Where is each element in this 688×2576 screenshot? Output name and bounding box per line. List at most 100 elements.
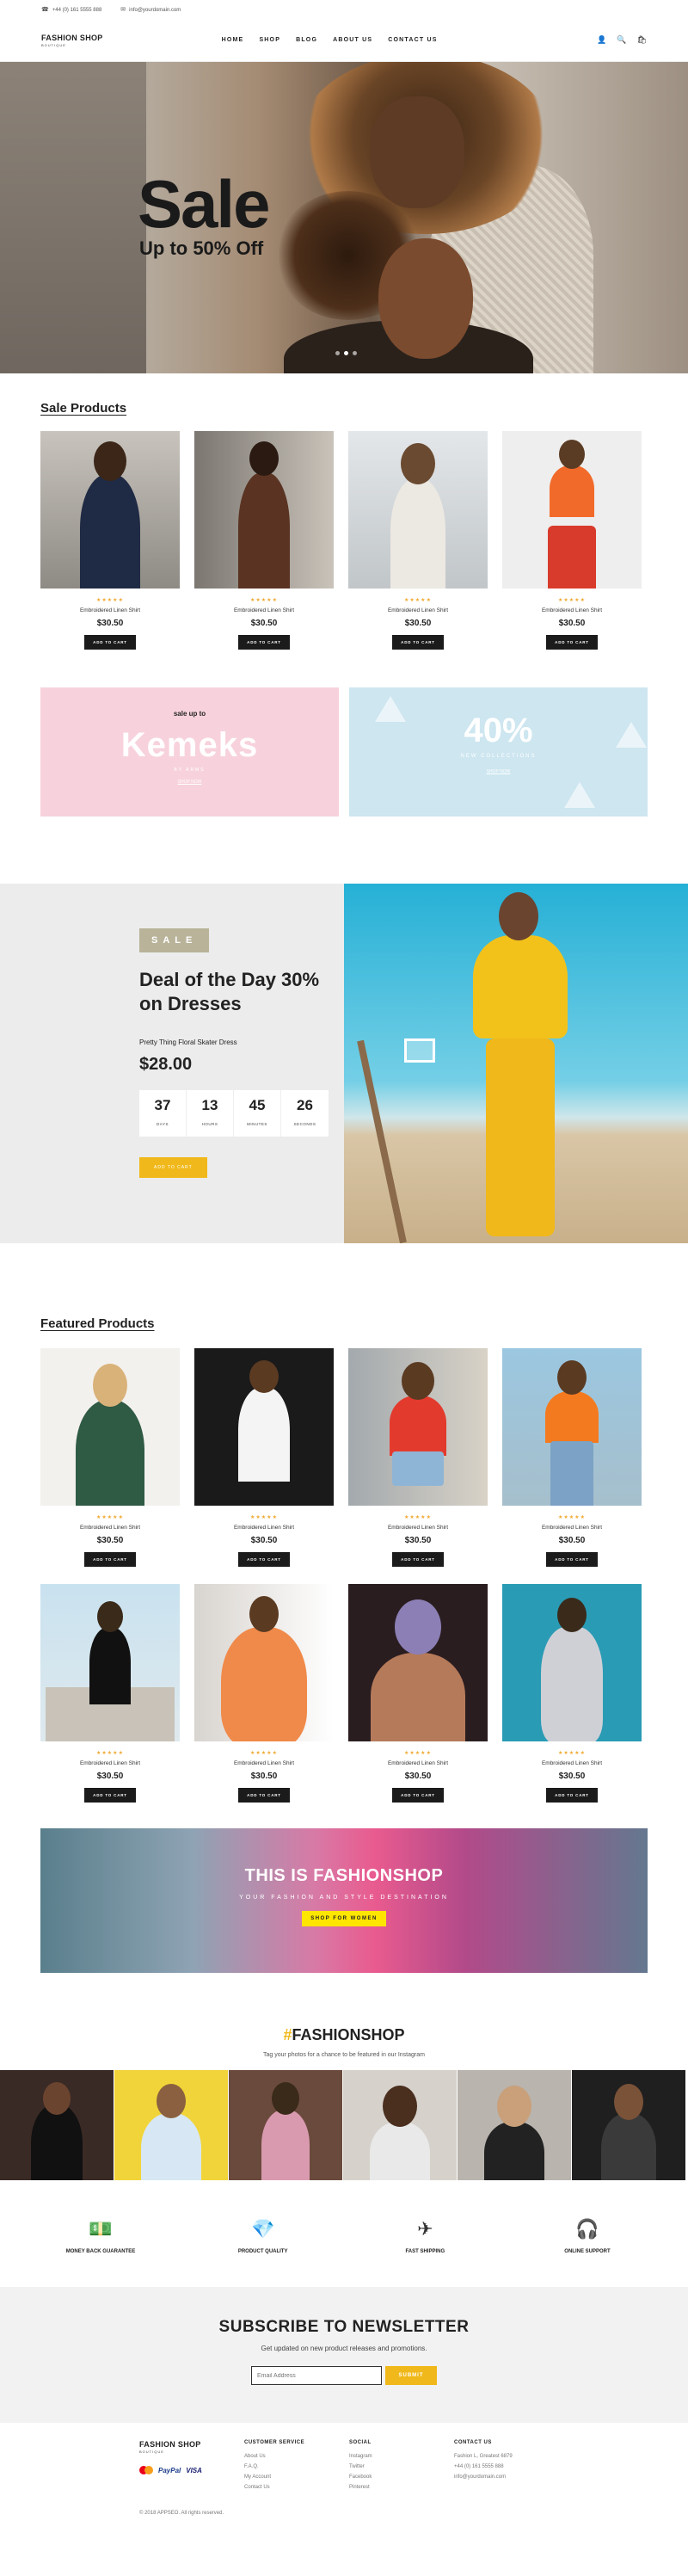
product-name[interactable]: Embroidered Linen Shirt: [348, 607, 488, 613]
search-icon[interactable]: 🔍: [617, 35, 626, 45]
nav-blog[interactable]: BLOG: [296, 37, 317, 43]
product-name[interactable]: Embroidered Linen Shirt: [40, 1525, 180, 1531]
promo-collection[interactable]: 40% NEW COLLECTIONS SHOP NOW: [349, 687, 648, 817]
submit-button[interactable]: SUBMIT: [385, 2366, 437, 2385]
add-to-cart-button[interactable]: ADD TO CART: [84, 1788, 136, 1803]
product-image[interactable]: [194, 1584, 334, 1741]
instagram-photo[interactable]: [458, 2070, 571, 2180]
deal-add-to-cart-button[interactable]: ADD TO CART: [139, 1157, 207, 1178]
promo-kemeks[interactable]: sale up to Kemeks BY ARMS SHOP NOW: [40, 687, 339, 817]
footer-link[interactable]: F.A.Q.: [244, 2464, 349, 2469]
add-to-cart-button[interactable]: ADD TO CART: [392, 1552, 444, 1567]
product-card[interactable]: ★★★★★ Embroidered Linen Shirt $30.50 ADD…: [502, 1584, 642, 1803]
slider-dot[interactable]: [335, 351, 340, 355]
product-name[interactable]: Embroidered Linen Shirt: [502, 607, 642, 613]
store-features: 💵 MONEY BACK GUARANTEE 💎 PRODUCT QUALITY ✈…: [0, 2218, 688, 2254]
product-card[interactable]: ★★★★★ Embroidered Linen Shirt $30.50 ADD…: [40, 431, 180, 650]
footer-link[interactable]: Twitter: [349, 2464, 454, 2469]
product-name[interactable]: Embroidered Linen Shirt: [348, 1525, 488, 1531]
slider-dot[interactable]: [353, 351, 357, 355]
product-name[interactable]: Embroidered Linen Shirt: [348, 1760, 488, 1766]
model-figure: [390, 478, 445, 589]
add-to-cart-button[interactable]: ADD TO CART: [546, 635, 598, 650]
instagram-photo[interactable]: [343, 2070, 457, 2180]
deal-product-name[interactable]: Pretty Thing Floral Skater Dress: [139, 1038, 344, 1046]
add-to-cart-button[interactable]: ADD TO CART: [546, 1552, 598, 1567]
instagram-photo[interactable]: [0, 2070, 114, 2180]
product-price: $30.50: [250, 1772, 278, 1781]
footer-phone[interactable]: +44 (0) 161 5555 888: [454, 2464, 559, 2469]
nav-shop[interactable]: SHOP: [259, 37, 280, 43]
email-input[interactable]: [251, 2366, 382, 2385]
product-name[interactable]: Embroidered Linen Shirt: [40, 607, 180, 613]
model-pants: [486, 1038, 555, 1236]
add-to-cart-button[interactable]: ADD TO CART: [392, 1788, 444, 1803]
product-image[interactable]: [502, 431, 642, 589]
product-card[interactable]: ★★★★★ Embroidered Linen Shirt $30.50 ADD…: [348, 1348, 488, 1567]
nav-contact-us[interactable]: CONTACT US: [388, 37, 437, 43]
product-price: $30.50: [96, 619, 124, 628]
shop-for-women-button[interactable]: SHOP FOR WOMEN: [302, 1911, 386, 1926]
user-icon[interactable]: 👤: [597, 35, 606, 45]
add-to-cart-button[interactable]: ADD TO CART: [238, 635, 290, 650]
add-to-cart-button[interactable]: ADD TO CART: [546, 1788, 598, 1803]
product-card[interactable]: ★★★★★ Embroidered Linen Shirt $30.50 ADD…: [502, 431, 642, 650]
product-image[interactable]: [348, 1348, 488, 1506]
add-to-cart-button[interactable]: ADD TO CART: [84, 1552, 136, 1567]
add-to-cart-button[interactable]: ADD TO CART: [84, 635, 136, 650]
instagram-photo[interactable]: [114, 2070, 228, 2180]
product-image[interactable]: [40, 431, 180, 589]
promo-link[interactable]: SHOP NOW: [40, 780, 339, 785]
product-card[interactable]: ★★★★★ Embroidered Linen Shirt $30.50 ADD…: [194, 431, 334, 650]
logo[interactable]: FASHION SHOP BOUTIQUE: [41, 34, 103, 47]
instagram-title: #FASHIONSHOP: [283, 2026, 405, 2043]
promo-link[interactable]: SHOP NOW: [349, 769, 648, 774]
add-to-cart-button[interactable]: ADD TO CART: [238, 1788, 290, 1803]
product-card[interactable]: ★★★★★ Embroidered Linen Shirt $30.50 ADD…: [348, 1584, 488, 1803]
add-to-cart-button[interactable]: ADD TO CART: [238, 1552, 290, 1567]
product-name[interactable]: Embroidered Linen Shirt: [40, 1760, 180, 1766]
product-image[interactable]: [348, 431, 488, 589]
footer-link[interactable]: Contact Us: [244, 2485, 349, 2490]
nav-about-us[interactable]: ABOUT US: [333, 37, 372, 43]
product-image[interactable]: [502, 1584, 642, 1741]
product-name[interactable]: Embroidered Linen Shirt: [502, 1760, 642, 1766]
footer-link[interactable]: About Us: [244, 2454, 349, 2459]
product-card[interactable]: ★★★★★ Embroidered Linen Shirt $30.50 ADD…: [502, 1348, 642, 1567]
add-to-cart-button[interactable]: ADD TO CART: [392, 635, 444, 650]
product-card[interactable]: ★★★★★ Embroidered Linen Shirt $30.50 ADD…: [194, 1348, 334, 1567]
instagram-photo[interactable]: [229, 2070, 342, 2180]
footer-email[interactable]: info@yourdomain.com: [454, 2474, 559, 2480]
product-card[interactable]: ★★★★★ Embroidered Linen Shirt $30.50 ADD…: [348, 431, 488, 650]
product-image[interactable]: [40, 1584, 180, 1741]
headset-icon: 🎧: [575, 2218, 599, 2240]
rating-stars: ★★★★★: [404, 598, 432, 603]
product-name[interactable]: Embroidered Linen Shirt: [194, 1760, 334, 1766]
promo-sub: NEW COLLECTIONS: [460, 754, 537, 759]
triangle-shape: [375, 696, 406, 722]
cart-icon[interactable]: 🛍: [637, 35, 647, 45]
product-name[interactable]: Embroidered Linen Shirt: [194, 1525, 334, 1531]
product-name[interactable]: Embroidered Linen Shirt: [194, 607, 334, 613]
product-image[interactable]: [348, 1584, 488, 1741]
product-card[interactable]: ★★★★★ Embroidered Linen Shirt $30.50 ADD…: [40, 1584, 180, 1803]
product-card[interactable]: ★★★★★ Embroidered Linen Shirt $30.50 ADD…: [194, 1584, 334, 1803]
product-price: $30.50: [404, 1536, 432, 1545]
email-contact[interactable]: ✉ info@yourdomain.com: [120, 6, 181, 13]
footer-link[interactable]: Facebook: [349, 2474, 454, 2480]
footer-link[interactable]: Instagram: [349, 2454, 454, 2459]
product-image[interactable]: [502, 1348, 642, 1506]
product-name[interactable]: Embroidered Linen Shirt: [502, 1525, 642, 1531]
nav-home[interactable]: HOME: [222, 37, 244, 43]
footer-link[interactable]: My Account: [244, 2474, 349, 2480]
product-card[interactable]: ★★★★★ Embroidered Linen Shirt $30.50 ADD…: [40, 1348, 180, 1567]
footer-logo[interactable]: FASHION SHOP BOUTIQUE: [139, 2440, 244, 2454]
phone-contact[interactable]: ☎ +44 (0) 161 5555 888: [41, 6, 101, 13]
product-image[interactable]: [194, 431, 334, 589]
instagram-photo[interactable]: [572, 2070, 685, 2180]
payment-methods: PayPal VISA: [139, 2466, 244, 2474]
product-image[interactable]: [194, 1348, 334, 1506]
footer-link[interactable]: Pinterest: [349, 2485, 454, 2490]
product-image[interactable]: [40, 1348, 180, 1506]
slider-dot[interactable]: [344, 351, 348, 355]
